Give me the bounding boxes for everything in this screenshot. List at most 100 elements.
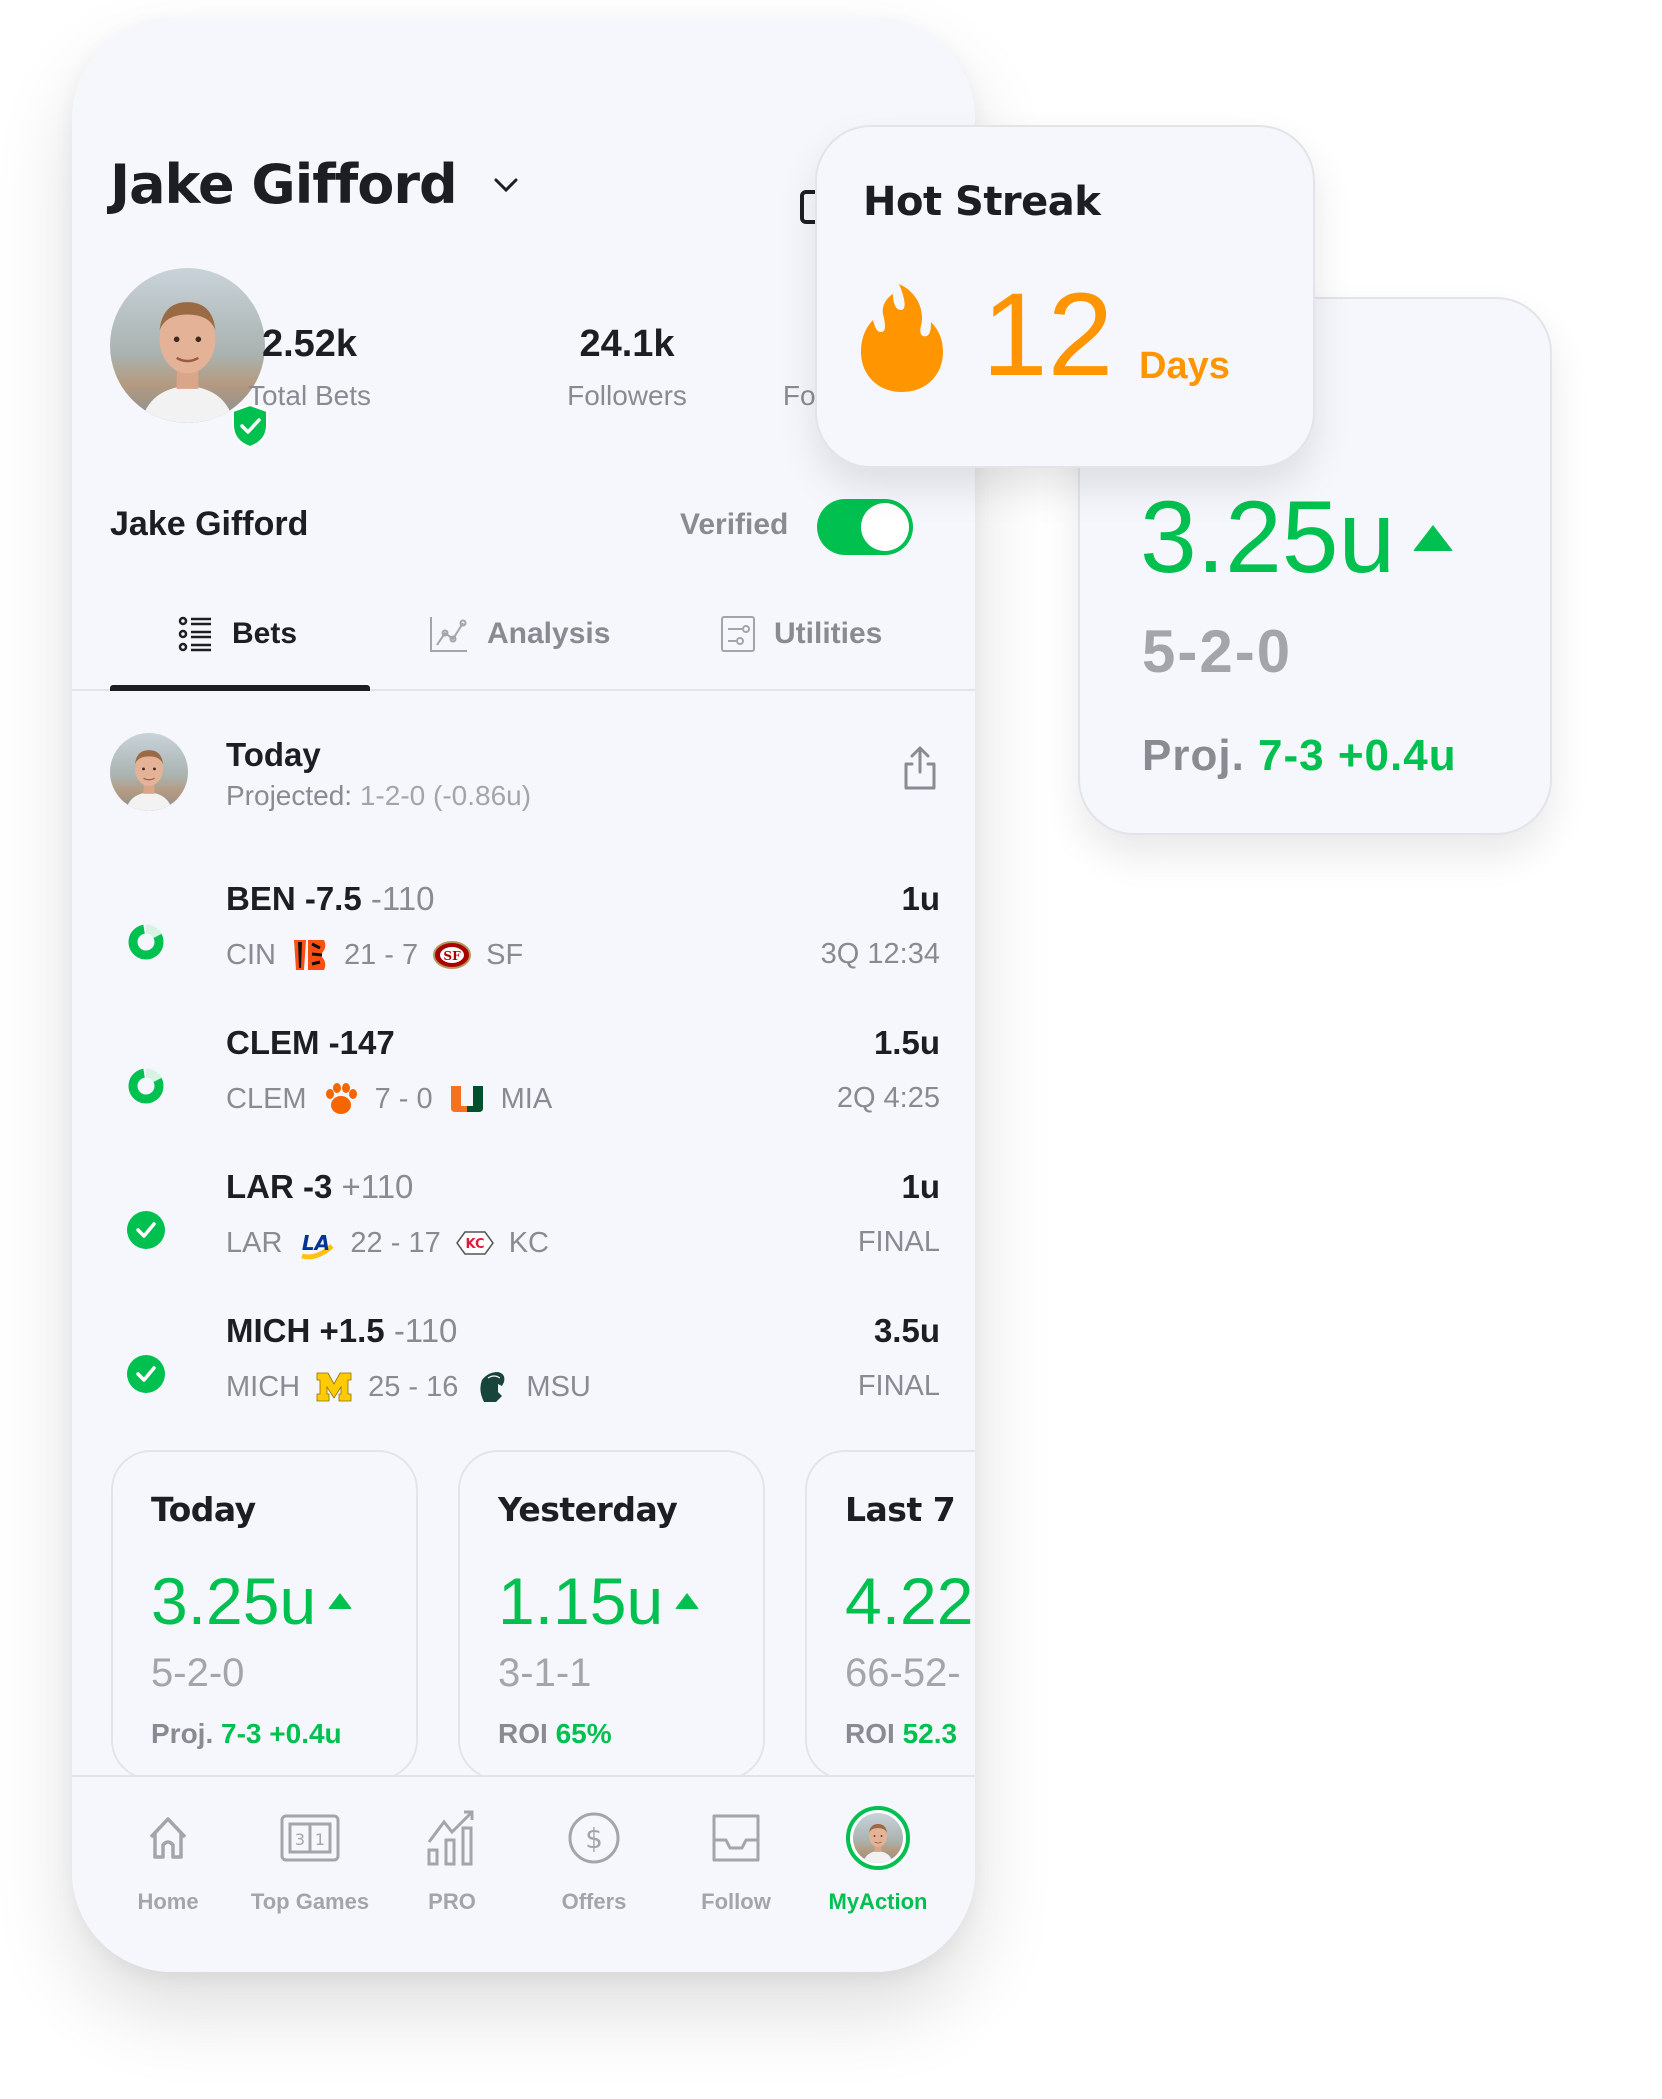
trend-up-icon: [328, 1593, 353, 1609]
line-chart-icon: [430, 617, 467, 652]
svg-text:3: 3: [295, 1830, 305, 1849]
verified-toggle[interactable]: [817, 499, 913, 555]
away-team: CIN: [226, 938, 276, 971]
projected-summary: Projected: 1-2-0 (-0.86u): [226, 780, 531, 812]
footer-label: ROI: [498, 1718, 548, 1749]
nav-label: Top Games: [250, 1889, 370, 1914]
bet-row[interactable]: BEN -7.5 -110 1u CIN 21 - 7 SF SF 3Q 12:…: [110, 880, 940, 990]
tab-analysis[interactable]: Analysis: [429, 603, 610, 665]
nav-home[interactable]: Home: [97, 1807, 239, 1915]
inbox-icon: [712, 1814, 760, 1862]
card-title: Today: [151, 1490, 256, 1529]
svg-text:SF: SF: [444, 949, 462, 963]
clemson-paw-icon: [325, 1083, 357, 1114]
today-header: Today Projected: 1-2-0 (-0.86u): [110, 730, 940, 812]
nav-top-games[interactable]: 3 1 Top Games: [239, 1807, 381, 1915]
stat-total-bets[interactable]: 2.52k Total Bets: [242, 323, 377, 412]
away-team: LAR: [226, 1226, 283, 1259]
card-record: 5-2-0: [1142, 618, 1293, 685]
display-name: Jake Gifford: [110, 505, 309, 543]
card-units: 1.15u: [498, 1563, 763, 1639]
bengals-logo-icon: [293, 940, 326, 970]
dollar-circle-icon: $: [568, 1812, 620, 1864]
pick: LAR -3: [226, 1168, 333, 1205]
card-record: 5-2-0: [151, 1651, 245, 1695]
tab-label: Analysis: [487, 617, 611, 650]
card-title: Yesterday: [498, 1490, 678, 1529]
bet-pick: CLEM -147: [226, 1024, 395, 1062]
chevron-down-icon[interactable]: [491, 170, 521, 200]
nav-label: MyAction: [828, 1889, 928, 1914]
tab-utilities[interactable]: Utilities: [720, 603, 882, 665]
toggle-knob: [861, 503, 909, 551]
streak-value: 12: [982, 269, 1114, 401]
profile-header: Jake Gifford: [110, 153, 521, 216]
svg-text:1: 1: [315, 1830, 325, 1849]
share-icon[interactable]: [900, 744, 940, 792]
check-circle-icon: [127, 1211, 165, 1249]
sliders-icon: [721, 616, 755, 652]
game-score: MICH 25 - 16 MSU: [226, 1370, 591, 1404]
trend-up-icon: [675, 1593, 700, 1609]
footer-value: 52.3: [902, 1718, 958, 1749]
summary-card-today[interactable]: Today 3.25u 5-2-0 Proj. 7-3 +0.4u: [111, 1450, 418, 1780]
footer-label: ROI: [845, 1718, 895, 1749]
page-title: Jake Gifford: [110, 153, 458, 216]
active-tab-indicator: [110, 685, 370, 691]
pick: CLEM -147: [226, 1024, 395, 1061]
home-team: KC: [508, 1226, 550, 1259]
card-footer: ROI 52.3: [845, 1718, 975, 1750]
game-time: FINAL: [857, 1370, 940, 1402]
game-time: 3Q 12:34: [820, 938, 940, 970]
49ers-logo-icon: SF: [433, 941, 472, 969]
card-units: 3.25u: [1140, 479, 1454, 596]
tab-label: Bets: [232, 617, 298, 650]
bet-row[interactable]: MICH +1.5 -110 3.5u MICH 25 - 16 MSU FIN…: [110, 1312, 940, 1422]
projected-value: 1-2-0 (-0.86u): [359, 780, 532, 811]
flame-icon: [861, 284, 943, 392]
avatar-icon: [846, 1806, 910, 1870]
odds: -110: [370, 880, 435, 917]
summary-card-yesterday[interactable]: Yesterday 1.15u 3-1-1 ROI 65%: [458, 1450, 765, 1780]
tab-label: Utilities: [774, 617, 883, 650]
nav-label: Offers: [561, 1889, 627, 1914]
card-footer: ROI 65%: [498, 1718, 763, 1750]
units-value: 4.22: [845, 1564, 974, 1638]
nav-myaction[interactable]: MyAction: [807, 1806, 949, 1915]
score: 7 - 0: [374, 1082, 433, 1115]
avatar: [110, 733, 188, 811]
nav-follow[interactable]: Follow: [665, 1807, 807, 1915]
tab-bets[interactable]: Bets: [178, 603, 297, 665]
footer-value: 7-3 +0.4u: [221, 1718, 342, 1749]
score: 25 - 16: [368, 1370, 459, 1403]
bet-row[interactable]: LAR -3 +110 1u LAR LA 22 - 17 KC KC FINA…: [110, 1168, 940, 1278]
card-record: 66-52-: [845, 1651, 961, 1695]
nav-label: Home: [137, 1889, 199, 1914]
hot-streak-card[interactable]: Hot Streak 12 Days: [815, 125, 1315, 468]
bet-pick: BEN -7.5 -110: [226, 880, 435, 918]
bet-pick: MICH +1.5 -110: [226, 1312, 457, 1350]
summary-card-last-7[interactable]: Last 7 4.22 66-52- ROI 52.3: [805, 1450, 975, 1780]
bottom-nav: Home 3 1 Top Games PRO $ Offers Follow M…: [72, 1775, 975, 1972]
streak-unit: Days: [1139, 345, 1230, 387]
card-units: 3.25u: [151, 1563, 416, 1639]
footer-value: 7-3 +0.4u: [1258, 731, 1457, 780]
nav-label: Follow: [701, 1889, 771, 1914]
nav-offers[interactable]: $ Offers: [523, 1807, 665, 1915]
stat-followers[interactable]: 24.1k Followers: [557, 323, 697, 412]
units-value: 3.25u: [151, 1564, 317, 1638]
game-score: CLEM 7 - 0 MIA: [226, 1082, 552, 1116]
home-team: MIA: [500, 1082, 553, 1115]
away-team: CLEM: [226, 1082, 307, 1115]
hot-streak-title: Hot Streak: [863, 179, 1101, 225]
today-title: Today: [226, 736, 321, 773]
card-footer: Proj. 7-3 +0.4u: [1142, 731, 1457, 781]
home-team: SF: [486, 938, 524, 971]
home-icon: [149, 1817, 187, 1859]
nav-pro[interactable]: PRO: [381, 1807, 523, 1915]
game-score: CIN 21 - 7 SF SF: [226, 938, 523, 972]
bet-units: 1.5u: [873, 1024, 940, 1061]
bet-row[interactable]: CLEM -147 1.5u CLEM 7 - 0 MIA 2Q 4:25: [110, 1024, 940, 1134]
score: 21 - 7: [343, 938, 419, 971]
projected-label: Projected:: [226, 780, 353, 811]
